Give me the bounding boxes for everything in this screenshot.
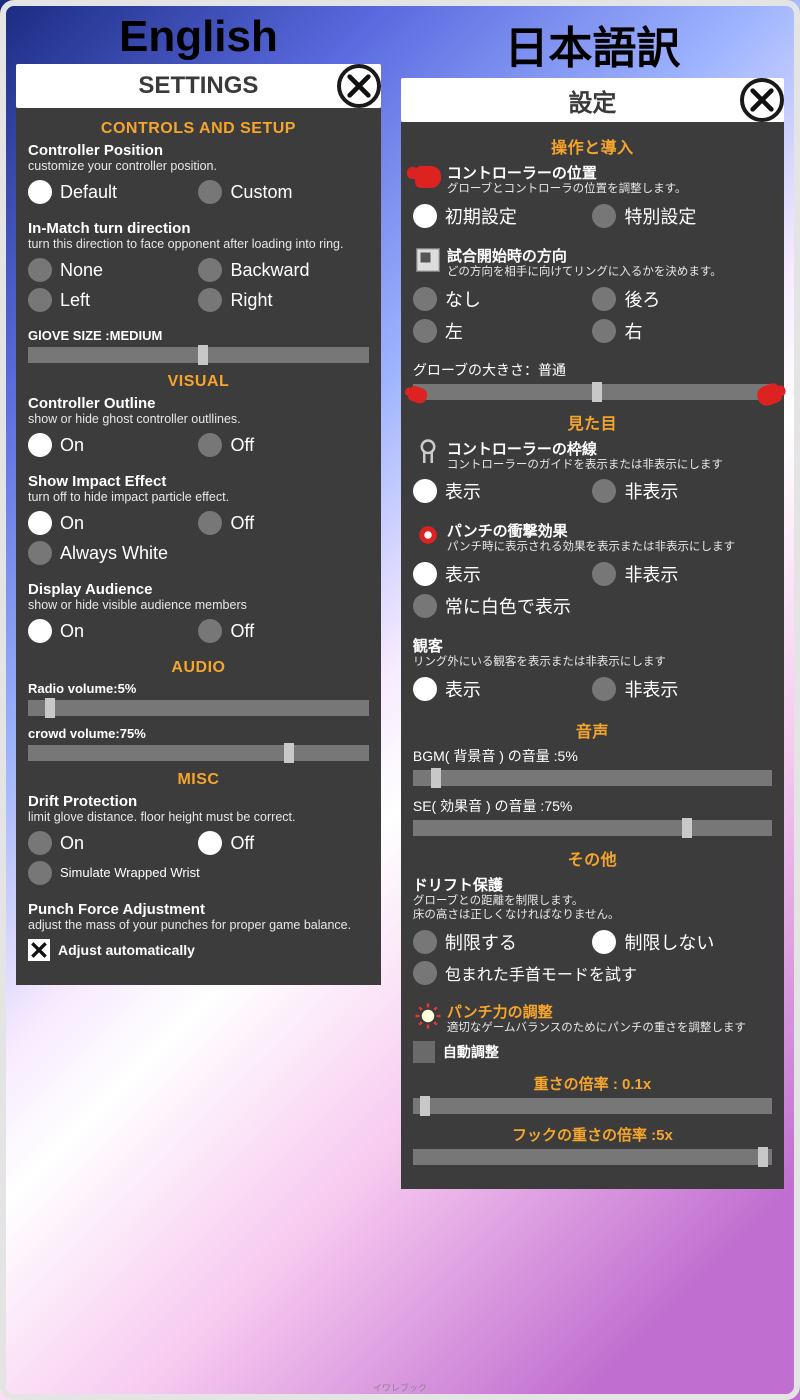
radio-drift-wrist-jp[interactable]: 包まれた手首モードを試す xyxy=(413,961,772,985)
section-audio-en: AUDIO xyxy=(28,659,369,677)
radio-aud-on-jp[interactable]: 表示 xyxy=(413,676,593,702)
column-japanese: 日本語訳 設定 操作と導入 コントローラーの位置 グローブとコントローラの位置を… xyxy=(401,12,784,1384)
section-controls-jp: 操作と導入 xyxy=(413,134,772,158)
radio-aud-off-jp[interactable]: 非表示 xyxy=(592,676,772,702)
impact-effect-jp: パンチの衝撃効果 パンチ時に表示される効果を表示または非表示にします 表示 非表… xyxy=(413,520,772,625)
compass-icon xyxy=(413,245,443,275)
mass-multiplier-jp: 重さの倍率 : 0.1x xyxy=(413,1073,772,1114)
section-visual-jp: 見た目 xyxy=(413,410,772,434)
drift-protection-jp: ドリフト保護 グローブとの距離を制限します。 床の高さは正しくなければなりません… xyxy=(413,874,772,991)
footer-credit: イワレブック xyxy=(6,1381,794,1394)
glove-size-en: GlOVE SIZE :MEDIUM xyxy=(28,328,369,363)
settings-title-jp: 設定 xyxy=(401,83,784,118)
section-visual-en: VISUAL xyxy=(28,373,369,391)
controller-icon xyxy=(413,438,443,468)
hook-multiplier-slider[interactable] xyxy=(413,1149,772,1165)
radio-volume-en: Radio volume:5% xyxy=(28,681,369,716)
glove-icon xyxy=(413,162,443,192)
impact-icon xyxy=(413,520,443,550)
section-controls-en: CONTROLS AND SETUP xyxy=(28,120,369,138)
radio-backward-jp[interactable]: 後ろ xyxy=(592,286,772,312)
radio-right[interactable]: Right xyxy=(198,288,368,312)
glove-size-slider[interactable] xyxy=(28,347,369,363)
radio-impact-white[interactable]: Always White xyxy=(28,541,369,565)
radio-volume-slider[interactable] xyxy=(28,700,369,716)
language-label-jp: 日本語訳 xyxy=(401,12,784,76)
radio-custom[interactable]: Custom xyxy=(198,180,368,204)
crowd-volume-en: crowd volume:75% xyxy=(28,726,369,761)
display-audience-en: Display Audience show or hide visible au… xyxy=(28,581,369,649)
radio-impact-off-jp[interactable]: 非表示 xyxy=(592,561,772,587)
radio-drift-off-jp[interactable]: 制限しない xyxy=(592,929,772,955)
controller-position-jp: コントローラーの位置 グローブとコントローラの位置を調整します。 初期設定 特別… xyxy=(413,162,772,235)
turn-direction-jp: 試合開始時の方向 どの方向を相手に向けてリングに入るかを決めます。 なし 後ろ … xyxy=(413,245,772,350)
close-button-en[interactable] xyxy=(337,64,381,108)
radio-impact-white-jp[interactable]: 常に白色で表示 xyxy=(413,593,772,619)
display-audience-jp: 観客 リング外にいる観客を表示または非表示にします 表示 非表示 xyxy=(413,635,772,708)
radio-default-jp[interactable]: 初期設定 xyxy=(413,203,593,229)
panel-header-jp: 設定 xyxy=(401,78,784,122)
radio-none[interactable]: None xyxy=(28,258,198,282)
radio-impact-on-jp[interactable]: 表示 xyxy=(413,561,593,587)
punch-force-en: Punch Force Adjustment adjust the mass o… xyxy=(28,901,369,961)
se-volume-slider[interactable] xyxy=(413,820,772,836)
hook-multiplier-jp: フックの重さの倍率 :5x xyxy=(413,1124,772,1165)
section-misc-jp: その他 xyxy=(413,846,772,870)
punch-force-jp: パンチ力の調整 適切なゲームバランスのためにパンチの重さを調整します 自動調整 xyxy=(413,1001,772,1064)
bgm-volume-jp: BGM( 背景音 ) の音量 :5% xyxy=(413,746,772,786)
controller-position-en: Controller Position customize your contr… xyxy=(28,142,369,210)
radio-custom-jp[interactable]: 特別設定 xyxy=(592,203,772,229)
column-english: English SETTINGS CONTROLS AND SETUP Cont… xyxy=(16,12,381,1384)
radio-default[interactable]: Default xyxy=(28,180,198,204)
radio-outline-on-jp[interactable]: 表示 xyxy=(413,478,593,504)
drift-protection-en: Drift Protection limit glove distance. f… xyxy=(28,793,369,891)
radio-drift-off[interactable]: Off xyxy=(198,831,368,855)
auto-adjust-checkbox-jp[interactable]: 自動調整 xyxy=(413,1041,772,1063)
turn-direction-en: In-Match turn direction turn this direct… xyxy=(28,220,369,318)
language-label-en: English xyxy=(16,12,381,62)
radio-none-jp[interactable]: なし xyxy=(413,286,593,312)
radio-aud-on[interactable]: On xyxy=(28,619,198,643)
panel-en: CONTROLS AND SETUP Controller Position c… xyxy=(16,108,381,985)
radio-aud-off[interactable]: Off xyxy=(198,619,368,643)
radio-impact-on[interactable]: On xyxy=(28,511,198,535)
radio-drift-on-jp[interactable]: 制限する xyxy=(413,929,593,955)
radio-outline-off-jp[interactable]: 非表示 xyxy=(592,478,772,504)
panel-header-en: SETTINGS xyxy=(16,64,381,108)
section-misc-en: MISC xyxy=(28,771,369,789)
close-icon xyxy=(345,72,373,100)
radio-drift-on[interactable]: On xyxy=(28,831,198,855)
radio-drift-wrist[interactable]: Simulate Wrapped Wrist xyxy=(28,861,369,885)
radio-outline-on[interactable]: On xyxy=(28,433,198,457)
radio-left-jp[interactable]: 左 xyxy=(413,318,593,344)
mass-multiplier-slider[interactable] xyxy=(413,1098,772,1114)
close-button-jp[interactable] xyxy=(740,78,784,122)
crowd-volume-slider[interactable] xyxy=(28,745,369,761)
radio-right-jp[interactable]: 右 xyxy=(592,318,772,344)
se-volume-jp: SE( 効果音 ) の音量 :75% xyxy=(413,796,772,836)
auto-adjust-checkbox-en[interactable]: Adjust automatically xyxy=(28,939,369,961)
bgm-volume-slider[interactable] xyxy=(413,770,772,786)
impact-effect-en: Show Impact Effect turn off to hide impa… xyxy=(28,473,369,571)
radio-impact-off[interactable]: Off xyxy=(198,511,368,535)
controller-outline-en: Controller Outline show or hide ghost co… xyxy=(28,395,369,463)
glove-size-slider-jp[interactable] xyxy=(413,384,772,400)
settings-title-en: SETTINGS xyxy=(16,72,381,100)
radio-outline-off[interactable]: Off xyxy=(198,433,368,457)
close-icon xyxy=(29,940,49,960)
close-icon xyxy=(748,86,776,114)
lightbulb-icon xyxy=(413,1001,443,1031)
radio-backward[interactable]: Backward xyxy=(198,258,368,282)
section-audio-jp: 音声 xyxy=(413,718,772,742)
radio-left[interactable]: Left xyxy=(28,288,198,312)
glove-size-jp: グローブの大きさ：普通 xyxy=(413,360,772,400)
panel-jp: 操作と導入 コントローラーの位置 グローブとコントローラの位置を調整します。 初… xyxy=(401,122,784,1189)
controller-outline-jp: コントローラーの枠線 コントローラーのガイドを表示または非表示にします 表示 非… xyxy=(413,438,772,511)
